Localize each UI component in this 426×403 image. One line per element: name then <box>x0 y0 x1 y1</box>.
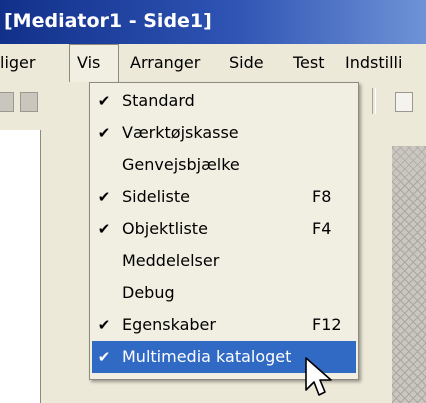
menu-option-sideliste[interactable]: ✔ Sideliste F8 <box>92 181 356 213</box>
window-title: [Mediator1 - Side1] <box>4 10 212 32</box>
paste-icon[interactable] <box>20 92 38 112</box>
clipboard-icon[interactable] <box>0 92 14 112</box>
menu-item-vis[interactable]: Vis <box>69 44 119 82</box>
menu-option-standard[interactable]: ✔ Standard <box>92 85 356 117</box>
canvas-background <box>392 146 426 403</box>
menu-option-shortcut: F4 <box>312 219 332 238</box>
menu-option-debug[interactable]: Debug <box>92 277 356 309</box>
menu-item-side[interactable]: Side <box>229 44 264 82</box>
check-icon: ✔ <box>97 124 111 142</box>
menu-option-meddelelser[interactable]: Meddelelser <box>92 245 356 277</box>
toolbar-separator <box>372 88 376 114</box>
menu-item-indstillinger[interactable]: Indstilli <box>345 44 402 82</box>
check-icon: ✔ <box>97 316 111 334</box>
menu-bar: liger Vis Arranger Side Test Indstilli <box>0 44 426 83</box>
check-icon: ✔ <box>97 188 111 206</box>
check-icon: ✔ <box>97 92 111 110</box>
menu-option-label: Debug <box>122 283 175 302</box>
menu-option-label: Værktøjskasse <box>122 123 239 142</box>
menu-option-egenskaber[interactable]: ✔ Egenskaber F12 <box>92 309 356 341</box>
menu-option-label: Multimedia kataloget <box>122 347 292 366</box>
vis-menu-dropdown: ✔ Standard ✔ Værktøjskasse Genvejsbjælke… <box>89 82 359 380</box>
page-panel <box>0 130 41 403</box>
menu-option-shortcut: F12 <box>312 315 342 334</box>
menu-option-label: Objektliste <box>122 219 208 238</box>
menu-option-label: Standard <box>122 91 195 110</box>
menu-option-label: Meddelelser <box>122 251 220 270</box>
menu-option-genvejsbjaelke[interactable]: Genvejsbjælke <box>92 149 356 181</box>
menu-option-vaerktoejskasse[interactable]: ✔ Værktøjskasse <box>92 117 356 149</box>
check-icon: ✔ <box>97 348 111 366</box>
check-icon: ✔ <box>97 220 111 238</box>
menu-option-shortcut: F8 <box>312 187 332 206</box>
toolbar-button-icon[interactable] <box>395 92 413 112</box>
title-bar: [Mediator1 - Side1] <box>0 0 426 44</box>
menu-option-label: Genvejsbjælke <box>122 155 240 174</box>
menu-item-liger[interactable]: liger <box>0 44 35 82</box>
menu-item-arranger[interactable]: Arranger <box>130 44 200 82</box>
arrow-cursor-icon <box>305 357 332 396</box>
menu-option-objektliste[interactable]: ✔ Objektliste F4 <box>92 213 356 245</box>
menu-option-label: Egenskaber <box>122 315 216 334</box>
menu-option-label: Sideliste <box>122 187 190 206</box>
menu-item-test[interactable]: Test <box>293 44 325 82</box>
